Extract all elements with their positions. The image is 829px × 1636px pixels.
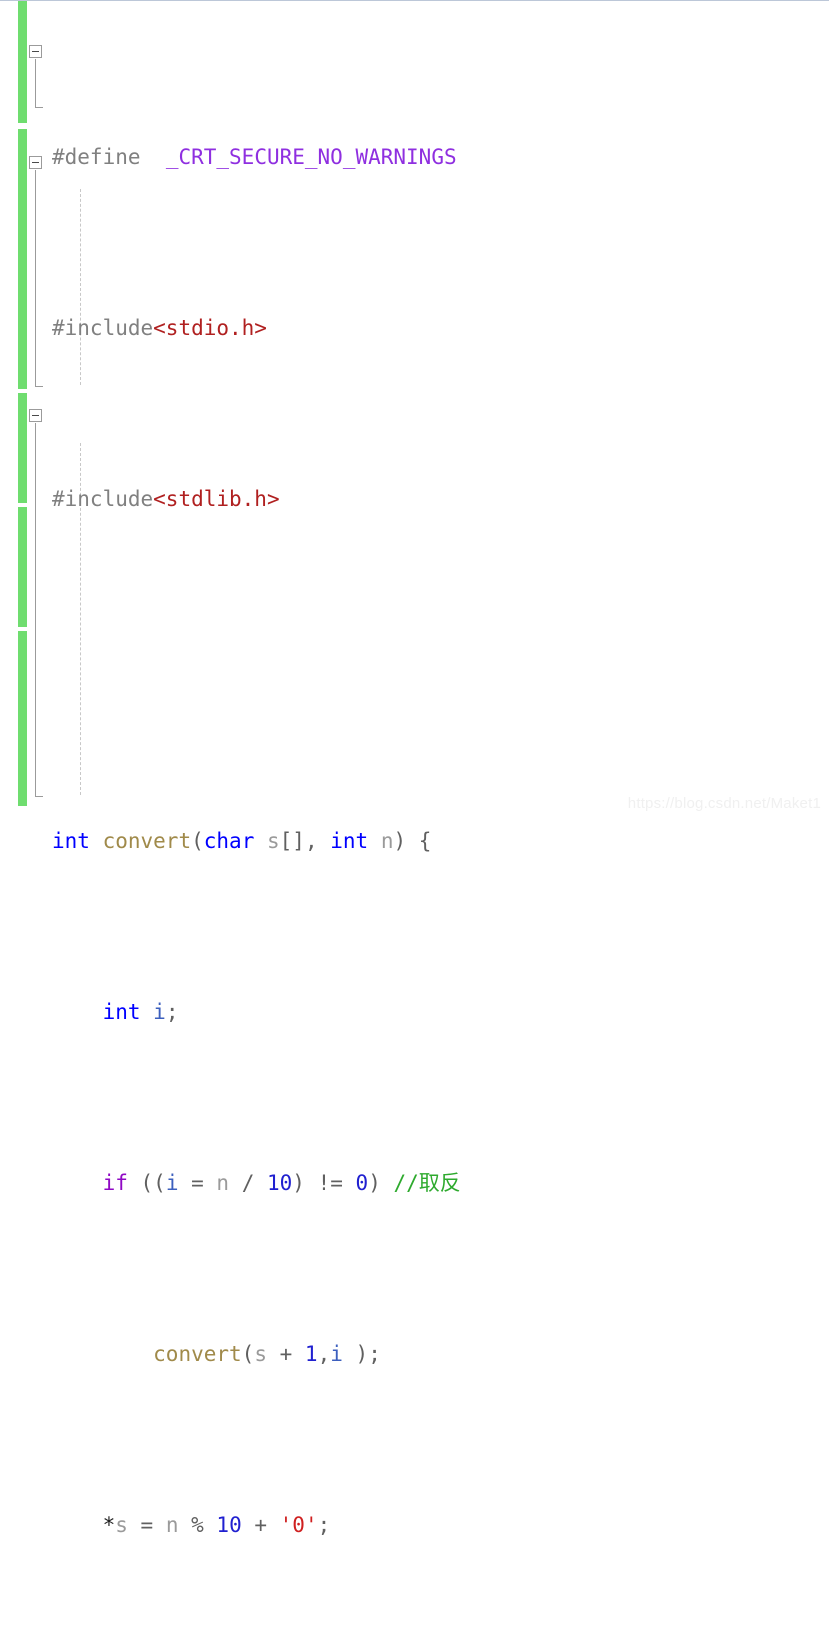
change-bar-saved [18,507,27,627]
token-assign: = [127,1512,166,1537]
token-assign: = [178,1170,217,1195]
token-paren-open: ( [241,1341,255,1366]
token-variable-i: i [153,999,166,1024]
token-operator-mod: % [178,1512,217,1537]
token-keyword-int: int [330,828,369,853]
fold-guide-foot [35,796,43,797]
token-paren-close: ) [393,828,419,853]
selection-margin[interactable] [0,1,18,818]
change-bar-saved [18,393,27,503]
token-comma: , [304,828,331,853]
code-line[interactable]: convert(s + 1,i ); [52,1337,829,1371]
token-include-stdlib: <stdlib.h> [153,486,280,511]
fold-guide-foot [35,107,43,108]
token-keyword-if: if [102,1170,128,1195]
token-operator-div: / [229,1170,267,1195]
token-semicolon: ; [317,1512,331,1537]
token-operator-plus: + [266,1341,305,1366]
token-number-10: 10 [216,1512,242,1537]
token-include-stdio: <stdio.h> [153,315,267,340]
token-variable-i: i [165,1170,179,1195]
token-char-literal: '0' [279,1512,318,1537]
code-line[interactable]: int i; [52,995,829,1029]
token-paren-close: ) [292,1170,305,1195]
code-line[interactable]: #include<stdio.h> [52,311,829,345]
token-number-10: 10 [267,1170,293,1195]
change-bar-saved [18,1,27,123]
token-parameter-s: s [254,1341,267,1366]
token-operator-star: * [102,1512,116,1537]
token-paren-close: ) [368,1170,394,1195]
watermark: https://blog.csdn.net/Maket1 [627,795,821,812]
code-line[interactable]: *s = n % 10 + '0'; [52,1508,829,1542]
token-semicolon: ; [165,999,179,1024]
token-comma: , [317,1341,331,1366]
token-preprocessor: #include [52,315,154,340]
fold-guide-line [35,423,36,796]
token-preprocessor: #include [52,486,154,511]
fold-toggle-convert[interactable] [29,156,42,169]
fold-guide-foot [35,386,43,387]
token-parameter-n: n [380,828,394,853]
code-line[interactable]: #define _CRT_SECURE_NO_WARNINGS [52,140,829,174]
token-variable-i: i [330,1341,343,1366]
fold-guide-line [35,59,36,107]
token-keyword-int: int [52,828,90,853]
change-bar-saved [18,129,27,389]
token-semicolon: ; [368,1341,381,1366]
token-operator-neq: != [304,1170,356,1195]
token-function-convert: convert [153,1341,242,1366]
token-keyword-int: int [102,999,141,1024]
token-function-convert: convert [102,828,192,853]
code-line-blank[interactable] [52,653,829,687]
token-number-1: 1 [304,1341,318,1366]
token-paren-open: ( [191,828,204,853]
outlining-margin[interactable] [27,1,52,818]
token-number-0: 0 [355,1170,369,1195]
code-line[interactable]: if ((i = n / 10) != 0) //取反 [52,1166,829,1200]
fold-toggle-main[interactable] [29,409,42,422]
token-operator-plus: + [241,1512,280,1537]
token-paren-close: ) [355,1341,369,1366]
token-macro-name: _CRT_SECURE_NO_WARNINGS [165,144,457,169]
token-parameter-s: s [115,1512,128,1537]
fold-toggle-include[interactable] [29,45,42,58]
token-keyword-char: char [203,828,255,853]
code-editor[interactable]: #define _CRT_SECURE_NO_WARNINGS #include… [0,0,829,1537]
fold-guide-line [35,170,36,386]
token-brackets: [] [279,828,305,853]
token-parameter-n: n [165,1512,179,1537]
code-content[interactable]: #define _CRT_SECURE_NO_WARNINGS #include… [52,1,829,1636]
code-line[interactable]: #include<stdlib.h> [52,482,829,516]
token-paren-open: (( [127,1170,166,1195]
change-bar-saved [18,631,27,806]
token-preprocessor: #define [52,144,141,169]
token-parameter-s: s [267,828,280,853]
token-parameter-n: n [216,1170,230,1195]
token-brace-open: { [418,828,432,853]
code-line[interactable]: int convert(char s[], int n) { [52,824,829,858]
token-comment: //取反 [393,1170,461,1195]
